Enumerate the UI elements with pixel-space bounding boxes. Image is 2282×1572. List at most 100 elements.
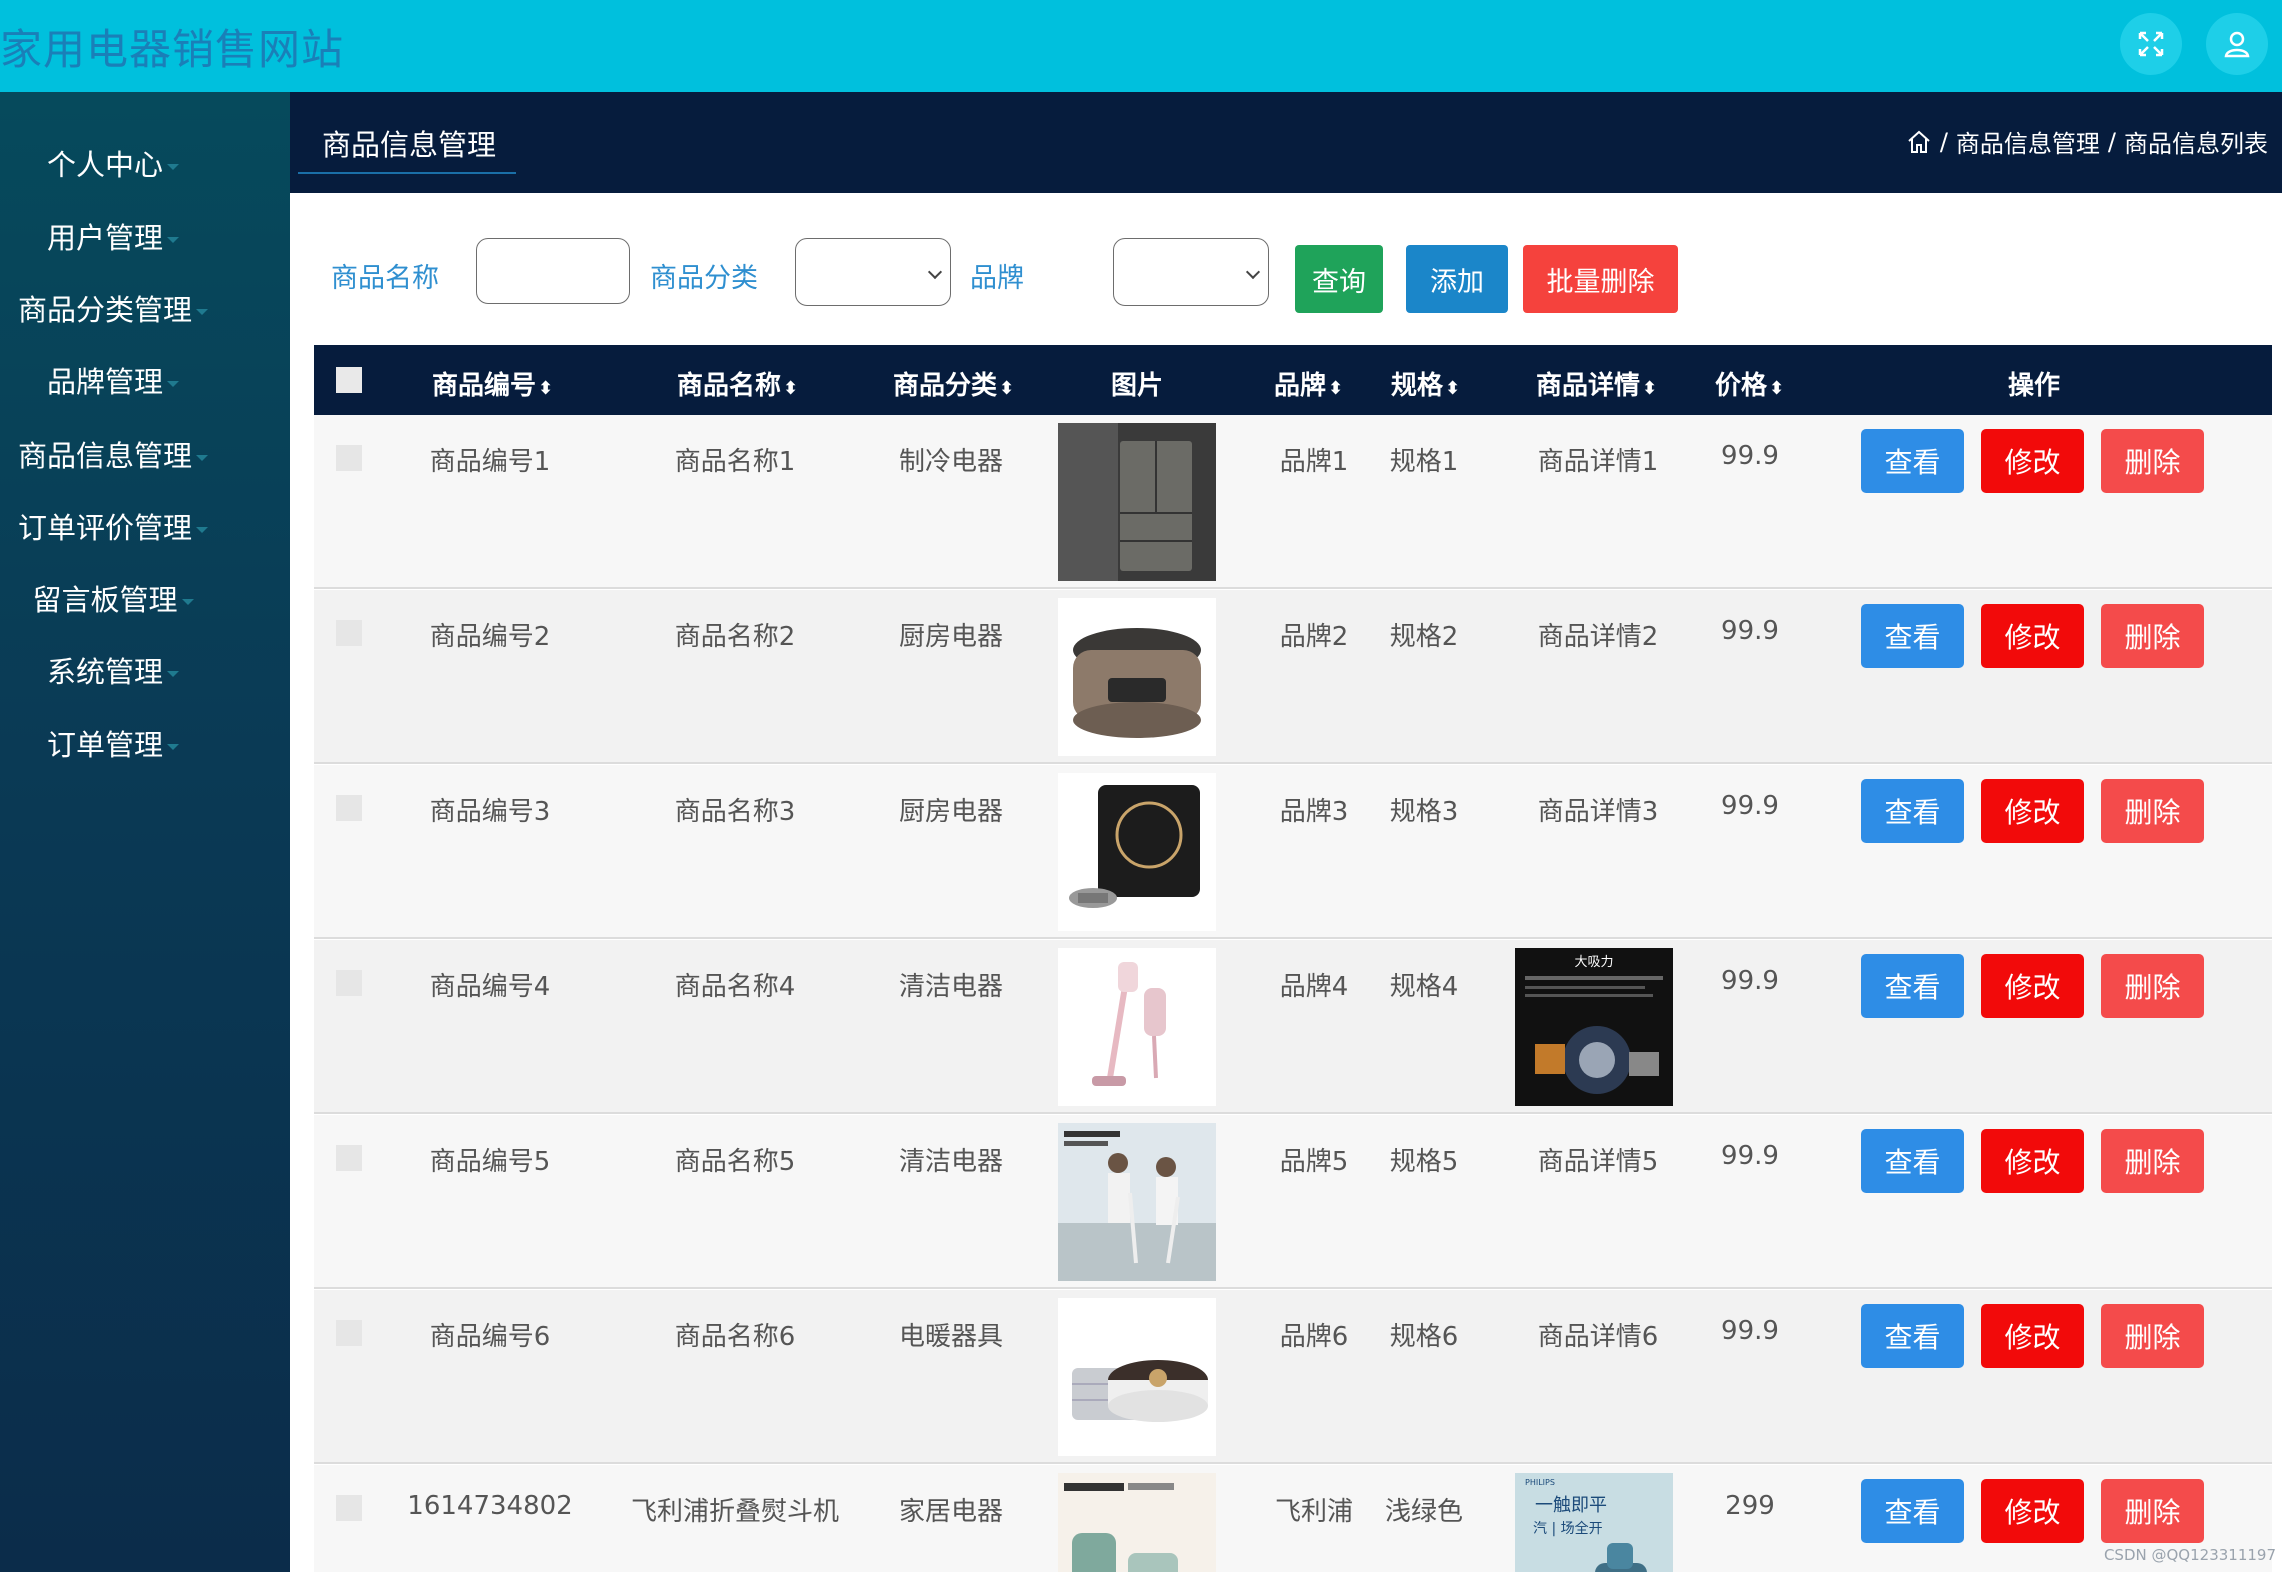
column-header-name[interactable]: 商品名称 ⬍ <box>677 365 798 402</box>
home-icon[interactable] <box>1906 129 1932 155</box>
view-button[interactable]: 查看 <box>1861 954 1964 1018</box>
sort-icon: ⬍ <box>1328 378 1344 399</box>
query-button[interactable]: 查询 <box>1295 245 1383 313</box>
table-row: 商品编号4 商品名称4 清洁电器 品牌4 规格4 99.9 大吸力 查看 修改 删除 <box>314 940 2272 1114</box>
product-image[interactable] <box>1058 1298 1216 1456</box>
edit-button[interactable]: 修改 <box>1981 1129 2084 1193</box>
column-header-category[interactable]: 商品分类 ⬍ <box>893 365 1014 402</box>
product-image[interactable] <box>1058 1473 1216 1572</box>
sort-icon: ⬍ <box>538 378 554 399</box>
delete-button[interactable]: 删除 <box>2101 779 2204 843</box>
edit-button[interactable]: 修改 <box>1981 954 2084 1018</box>
caret-down-icon <box>196 527 208 533</box>
view-button[interactable]: 查看 <box>1861 429 1964 493</box>
user-menu-button[interactable] <box>2206 13 2268 75</box>
delete-button[interactable]: 删除 <box>2101 429 2204 493</box>
cell-id: 商品编号2 <box>429 622 551 652</box>
breadcrumb-level1[interactable]: 商品信息管理 <box>1956 124 2100 159</box>
product-image[interactable] <box>1058 598 1216 756</box>
column-header-id[interactable]: 商品编号 ⬍ <box>432 365 553 402</box>
sidebar-item[interactable]: 订单管理 <box>0 722 226 764</box>
sidebar-item-label: 品牌管理 <box>46 365 163 399</box>
cell-name: 商品名称6 <box>674 1322 796 1352</box>
cell-id: 商品编号5 <box>429 1147 551 1177</box>
column-header-brand[interactable]: 品牌 ⬍ <box>1274 365 1343 402</box>
sidebar-item-label: 个人中心 <box>46 148 163 182</box>
cell-price: 99.9 <box>1721 441 1779 471</box>
cell-spec: 规格4 <box>1389 972 1459 1002</box>
cell-spec: 规格5 <box>1389 1147 1459 1177</box>
row-checkbox[interactable] <box>336 445 362 471</box>
sidebar-item[interactable]: 用户管理 <box>0 215 226 257</box>
cell-name: 商品名称2 <box>674 622 796 652</box>
table-header: 商品编号 ⬍ 商品名称 ⬍ 商品分类 ⬍ 图片 品牌 ⬍ 规格 ⬍ 商品详情 ⬍ 价格 ⬍ 操… <box>314 345 2272 415</box>
chevron-down-icon <box>1245 264 1261 280</box>
cell-brand: 品牌1 <box>1279 447 1349 477</box>
view-button[interactable]: 查看 <box>1861 604 1964 668</box>
edit-button[interactable]: 修改 <box>1981 429 2084 493</box>
table-row: 1614734802 飞利浦折叠熨斗机 家居电器 飞利浦 浅绿色 299 PHILIPS 一触… <box>314 1465 2272 1572</box>
brand-filter-select[interactable] <box>1113 238 1269 306</box>
row-checkbox[interactable] <box>336 970 362 996</box>
fullscreen-button[interactable] <box>2120 13 2182 75</box>
delete-button[interactable]: 删除 <box>2101 604 2204 668</box>
detail-image[interactable]: 大吸力 <box>1515 948 1673 1106</box>
row-checkbox[interactable] <box>336 1495 362 1521</box>
sidebar-item[interactable]: 订单评价管理 <box>0 505 226 547</box>
table-row: 商品编号1 商品名称1 制冷电器 品牌1 规格1 99.9 商品详情1 查看 修改 删除 <box>314 415 2272 589</box>
delete-button[interactable]: 删除 <box>2101 1479 2204 1543</box>
delete-button[interactable]: 删除 <box>2101 1304 2204 1368</box>
column-header-price[interactable]: 价格 ⬍ <box>1715 365 1784 402</box>
edit-button[interactable]: 修改 <box>1981 604 2084 668</box>
cell-brand: 品牌2 <box>1279 622 1349 652</box>
column-header-spec[interactable]: 规格 ⬍ <box>1391 365 1460 402</box>
cell-name: 商品名称4 <box>674 972 796 1002</box>
sidebar-item[interactable]: 商品信息管理 <box>0 433 226 475</box>
product-image[interactable] <box>1058 773 1216 931</box>
name-filter-input[interactable] <box>476 238 630 304</box>
sidebar-item[interactable]: 系统管理 <box>0 649 226 691</box>
view-button[interactable]: 查看 <box>1861 1129 1964 1193</box>
sidebar-item-label: 用户管理 <box>46 221 163 255</box>
product-image[interactable] <box>1058 423 1216 581</box>
product-image[interactable] <box>1058 948 1216 1106</box>
view-button[interactable]: 查看 <box>1861 1479 1964 1543</box>
edit-button[interactable]: 修改 <box>1981 1304 2084 1368</box>
delete-button[interactable]: 删除 <box>2101 1129 2204 1193</box>
svg-text:一触即平: 一触即平 <box>1535 1495 1607 1516</box>
edit-button[interactable]: 修改 <box>1981 1479 2084 1543</box>
table-row: 商品编号5 商品名称5 清洁电器 品牌5 规格5 99.9 商品详情5 查看 修改 删除 <box>314 1115 2272 1289</box>
view-button[interactable]: 查看 <box>1861 779 1964 843</box>
column-header-image: 图片 <box>1111 371 1164 401</box>
svg-text:PHILIPS: PHILIPS <box>1525 1478 1555 1487</box>
cell-price: 99.9 <box>1721 1316 1779 1346</box>
cell-id: 商品编号4 <box>429 972 551 1002</box>
batch-delete-button[interactable]: 批量删除 <box>1523 245 1678 313</box>
watermark: CSDN @QQ123311197 <box>2103 1546 2276 1564</box>
row-checkbox[interactable] <box>336 1320 362 1346</box>
row-checkbox[interactable] <box>336 795 362 821</box>
sidebar-item[interactable]: 个人中心 <box>0 142 226 184</box>
sidebar-item[interactable]: 商品分类管理 <box>0 287 226 329</box>
content-header: 商品信息管理 / 商品信息管理 / 商品信息列表 <box>290 92 2282 193</box>
caret-down-icon <box>167 237 179 243</box>
row-checkbox[interactable] <box>336 1145 362 1171</box>
delete-button[interactable]: 删除 <box>2101 954 2204 1018</box>
column-header-detail[interactable]: 商品详情 ⬍ <box>1536 365 1657 402</box>
cell-brand: 品牌5 <box>1279 1147 1349 1177</box>
sidebar-item-label: 留言板管理 <box>32 583 178 617</box>
category-filter-select[interactable] <box>795 238 951 306</box>
view-button[interactable]: 查看 <box>1861 1304 1964 1368</box>
sidebar-item[interactable]: 留言板管理 <box>0 577 226 619</box>
chevron-down-icon <box>927 264 943 280</box>
add-button[interactable]: 添加 <box>1406 245 1508 313</box>
row-checkbox[interactable] <box>336 620 362 646</box>
edit-button[interactable]: 修改 <box>1981 779 2084 843</box>
cell-brand: 品牌3 <box>1279 797 1349 827</box>
tab-title[interactable]: 商品信息管理 <box>322 122 496 164</box>
product-image[interactable] <box>1058 1123 1216 1281</box>
select-all-checkbox[interactable] <box>336 367 362 393</box>
cell-brand: 飞利浦 <box>1274 1497 1354 1527</box>
sidebar-item[interactable]: 品牌管理 <box>0 359 226 401</box>
detail-image[interactable]: PHILIPS 一触即平汽 | 场全开 <box>1515 1473 1673 1572</box>
